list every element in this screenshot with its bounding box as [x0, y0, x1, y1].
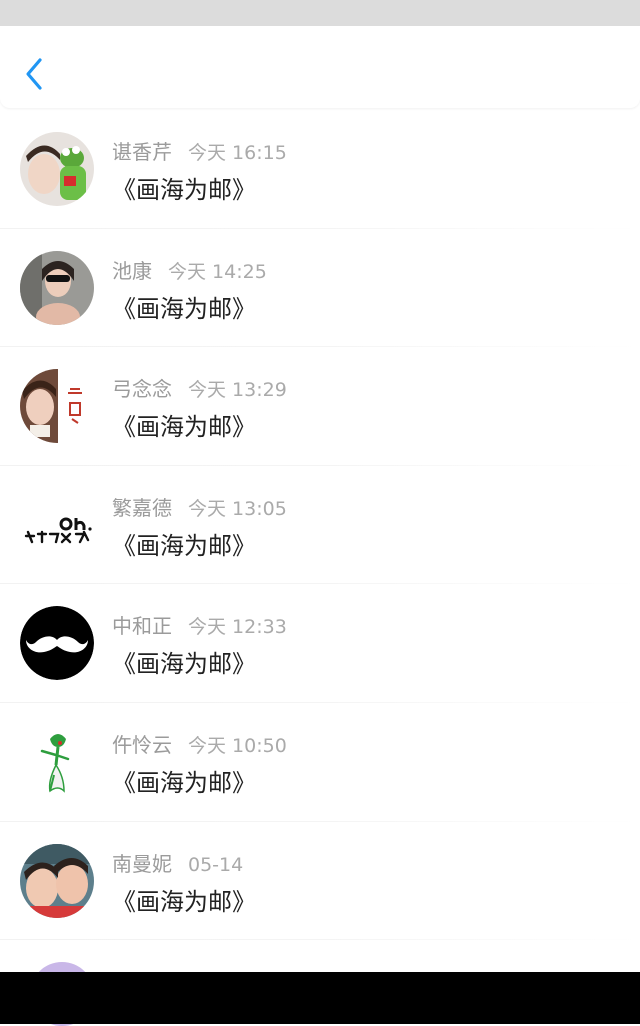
- message-meta: 谌香芹 今天 16:15: [112, 136, 287, 165]
- chevron-left-icon: [26, 58, 42, 90]
- message-list: 谌香芹 今天 16:15 《画海为邮》 池康 今天 14:25 《画海为邮》 弓…: [0, 110, 640, 972]
- sender-name: 南曼妮: [112, 851, 172, 876]
- message-text: 《画海为邮》: [112, 650, 256, 679]
- back-button[interactable]: [18, 54, 50, 94]
- top-nav-bar: [0, 26, 640, 108]
- avatar[interactable]: [20, 843, 94, 918]
- message-text: 《画海为邮》: [112, 768, 256, 797]
- message-meta: 弓念念 今天 13:29: [112, 373, 287, 402]
- avatar[interactable]: [20, 132, 94, 206]
- sender-name: 池康: [112, 258, 152, 283]
- message-time: 今天 10:50: [188, 734, 287, 757]
- list-item[interactable]: 谌香芹 今天 16:15 《画海为邮》: [0, 110, 640, 229]
- message-meta: 仵怜云 今天 10:50: [112, 729, 287, 758]
- sender-name: 中和正: [112, 614, 172, 639]
- sender-name: 谌香芹: [112, 140, 172, 164]
- message-time: 05-14: [188, 853, 244, 876]
- avatar[interactable]: [20, 369, 94, 444]
- list-item[interactable]: 南曼妮 05-14 《画海为邮》: [0, 822, 640, 941]
- message-text: 《画海为邮》: [112, 887, 256, 916]
- sender-name: 仵怜云: [112, 732, 172, 757]
- message-text: 《画海为邮》: [112, 413, 256, 442]
- list-item[interactable]: 中和正 今天 12:33 《画海为邮》: [0, 584, 640, 703]
- mustache-icon: [20, 606, 94, 681]
- sender-name: 弓念念: [112, 377, 172, 402]
- message-time: 今天 12:33: [188, 616, 287, 639]
- message-meta: 中和正 今天 12:33: [112, 610, 287, 639]
- avatar[interactable]: [20, 606, 94, 681]
- message-time: 今天 13:05: [188, 497, 287, 520]
- avatar[interactable]: [20, 487, 94, 562]
- list-item[interactable]: 仵怜云 今天 10:50 《画海为邮》: [0, 703, 640, 822]
- system-navigation-bar: [0, 972, 640, 1024]
- list-item[interactable]: 池康 今天 14:25 《画海为邮》: [0, 229, 640, 348]
- message-meta: 池康 今天 14:25: [112, 255, 267, 284]
- message-time: 今天 14:25: [168, 260, 267, 283]
- avatar[interactable]: [20, 724, 94, 799]
- list-item[interactable]: 弓念念 今天 13:29 《画海为邮》: [0, 347, 640, 466]
- message-text: 《画海为邮》: [112, 531, 256, 560]
- message-text: 《画海为邮》: [112, 176, 256, 204]
- list-item[interactable]: 繁嘉德 今天 13:05 《画海为邮》: [0, 466, 640, 585]
- message-time: 今天 13:29: [188, 379, 287, 402]
- status-bar: [0, 0, 640, 26]
- message-meta: 繁嘉德 今天 13:05: [112, 492, 287, 521]
- sender-name: 繁嘉德: [112, 495, 172, 520]
- avatar[interactable]: [20, 250, 94, 325]
- message-text: 《画海为邮》: [112, 294, 256, 323]
- message-time: 今天 16:15: [188, 142, 287, 164]
- message-meta: 南曼妮 05-14: [112, 848, 243, 877]
